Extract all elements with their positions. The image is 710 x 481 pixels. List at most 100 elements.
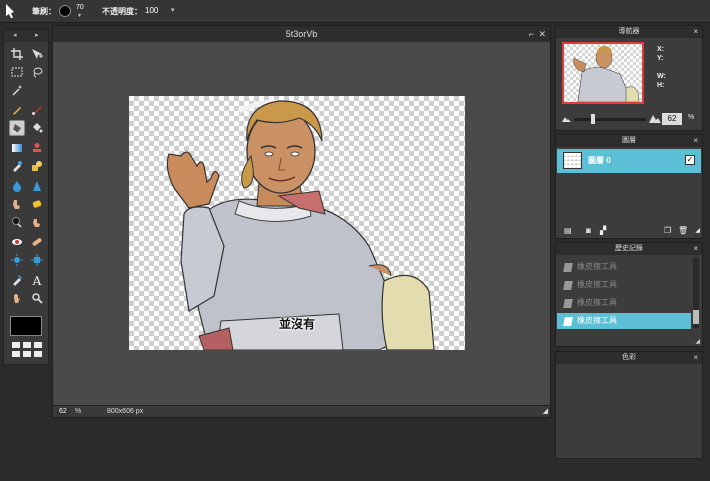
history-item[interactable]: 橡皮擦工具 bbox=[557, 277, 691, 293]
canvas-artwork bbox=[166, 99, 435, 350]
history-item[interactable]: 橡皮擦工具 bbox=[557, 259, 691, 275]
close-icon[interactable]: ✕ bbox=[538, 26, 546, 42]
history-title: 歷史記錄 bbox=[615, 245, 643, 252]
history-scrollbar[interactable] bbox=[693, 258, 699, 328]
maximize-icon[interactable]: ⌐ bbox=[529, 26, 534, 42]
chevron-down-icon[interactable]: ▾ bbox=[78, 12, 81, 19]
zoom-input[interactable]: 62 bbox=[57, 408, 69, 415]
navigator-zoom-row: 62 % bbox=[562, 113, 698, 125]
document-window: 5t3orVb ⌐ ✕ 並沒有 62 % 800x606 px ◢ bbox=[52, 25, 551, 418]
nav-x-label: X: bbox=[657, 46, 664, 53]
canvas-caption-text: 並沒有 bbox=[279, 317, 316, 331]
navigator-zoom-unit: % bbox=[688, 114, 695, 121]
eraser-icon bbox=[563, 281, 573, 290]
close-icon[interactable]: × bbox=[693, 135, 698, 147]
brush-size-value: 70 bbox=[76, 4, 84, 11]
layer-thumbnail bbox=[563, 152, 582, 169]
navigator-title: 導航器 bbox=[618, 28, 640, 35]
layer-item[interactable]: 圖層 0 ✓ bbox=[557, 149, 701, 173]
collapse-right-icon[interactable]: ▸ bbox=[35, 31, 39, 39]
navigator-header: 導航器 × bbox=[556, 26, 702, 38]
new-layer-icon[interactable]: ❐ bbox=[664, 226, 671, 235]
layers-footer: ▤ ◙ ▞ ❐ 🗑 ◢ bbox=[556, 224, 702, 238]
brush-label: 筆刷： bbox=[32, 7, 56, 16]
zoom-in-mountain-icon[interactable] bbox=[649, 114, 661, 123]
scrollbar-thumb[interactable] bbox=[693, 310, 699, 324]
layer-mask-icon[interactable]: ◙ bbox=[586, 226, 591, 235]
blur-icon[interactable] bbox=[9, 178, 25, 194]
smudge-icon[interactable] bbox=[9, 196, 25, 212]
crop-icon[interactable] bbox=[9, 46, 25, 62]
document-title: 5t3orVb bbox=[285, 29, 318, 39]
eraser-icon bbox=[563, 263, 573, 272]
delete-layer-icon[interactable]: 🗑 bbox=[678, 226, 688, 235]
zoom-slider-track[interactable] bbox=[574, 118, 646, 121]
pinch-icon[interactable] bbox=[29, 252, 45, 268]
collapse-left-icon[interactable]: ◂ bbox=[13, 31, 17, 39]
dodge-icon[interactable] bbox=[9, 214, 25, 230]
brush-icon[interactable] bbox=[29, 102, 45, 118]
fill-icon[interactable] bbox=[29, 120, 45, 136]
history-item[interactable]: 橡皮擦工具 bbox=[557, 295, 691, 311]
layer-name: 圖層 0 bbox=[588, 156, 611, 165]
svg-text:A: A bbox=[32, 274, 42, 286]
history-item-active[interactable]: 橡皮擦工具 bbox=[557, 313, 691, 329]
color-panel-title: 色彩 bbox=[622, 354, 636, 361]
close-icon[interactable]: × bbox=[693, 352, 698, 364]
text-icon[interactable]: A bbox=[29, 272, 45, 288]
pencil-icon[interactable] bbox=[9, 102, 25, 118]
foreground-color-swatch[interactable] bbox=[10, 316, 42, 336]
document-titlebar: 5t3orVb ⌐ ✕ bbox=[53, 26, 550, 42]
sharpen-icon[interactable] bbox=[29, 178, 45, 194]
zoom-icon[interactable] bbox=[29, 290, 45, 306]
color-replace-icon[interactable] bbox=[9, 158, 25, 174]
zoom-out-mountain-icon[interactable] bbox=[562, 116, 571, 122]
screen-mode-icon[interactable] bbox=[12, 342, 42, 358]
navigator-preview[interactable] bbox=[562, 42, 644, 104]
color-panel: 色彩 × bbox=[555, 351, 703, 459]
zoom-unit: % bbox=[75, 408, 82, 415]
eraser-icon bbox=[563, 299, 573, 308]
layers-title: 圖層 bbox=[622, 137, 636, 144]
history-header: 歷史記錄 × bbox=[556, 243, 702, 255]
eyedropper-icon[interactable] bbox=[9, 272, 25, 288]
layers-header: 圖層 × bbox=[556, 135, 702, 147]
drawing-icon[interactable] bbox=[29, 158, 45, 174]
close-icon[interactable]: × bbox=[693, 26, 698, 38]
layer-settings-icon[interactable]: ▤ bbox=[564, 226, 572, 235]
lasso-icon[interactable] bbox=[29, 64, 45, 80]
hand-icon[interactable] bbox=[9, 290, 25, 306]
nav-h-label: H: bbox=[657, 82, 665, 89]
opacity-input[interactable]: 100 bbox=[145, 5, 167, 17]
red-eye-icon[interactable] bbox=[9, 234, 25, 250]
options-bar: 筆刷： 70 ▾ 不透明度： 100 ▾ bbox=[0, 0, 710, 23]
resize-grip-icon[interactable]: ◢ bbox=[695, 227, 700, 234]
eraser-icon bbox=[563, 317, 573, 326]
layer-visibility-checkbox[interactable]: ✓ bbox=[685, 155, 695, 165]
bloat-icon[interactable] bbox=[9, 252, 25, 268]
resize-grip-icon[interactable]: ◢ bbox=[543, 407, 548, 415]
toolbox-header: ◂ ▸ bbox=[4, 30, 48, 42]
stamp-icon[interactable] bbox=[29, 140, 45, 156]
navigator-zoom-input[interactable]: 62 bbox=[662, 113, 682, 125]
nav-w-label: W: bbox=[657, 73, 666, 80]
magic-wand-icon[interactable] bbox=[9, 82, 25, 98]
image-canvas[interactable]: 並沒有 bbox=[129, 96, 465, 350]
gradient-icon[interactable] bbox=[9, 140, 25, 156]
marquee-icon[interactable] bbox=[9, 64, 25, 80]
history-panel: 歷史記錄 × 橡皮擦工具 橡皮擦工具 橡皮擦工具 橡皮擦工具 ◢ bbox=[555, 242, 703, 347]
sponge-icon[interactable] bbox=[29, 196, 45, 212]
spot-heal-icon[interactable] bbox=[29, 234, 45, 250]
eraser-icon[interactable] bbox=[9, 120, 25, 136]
close-icon[interactable]: × bbox=[693, 243, 698, 255]
layer-styles-icon[interactable]: ▞ bbox=[600, 226, 606, 235]
layers-panel: 圖層 × 圖層 0 ✓ ▤ ◙ ▞ ❐ 🗑 ◢ bbox=[555, 134, 703, 239]
brush-preview[interactable] bbox=[59, 5, 71, 17]
zoom-slider-handle[interactable] bbox=[591, 114, 595, 124]
resize-grip-icon[interactable]: ◢ bbox=[695, 338, 700, 345]
chevron-down-icon[interactable]: ▾ bbox=[171, 6, 175, 14]
burn-icon[interactable] bbox=[29, 214, 45, 230]
color-panel-header: 色彩 × bbox=[556, 352, 702, 364]
navigator-artwork bbox=[573, 46, 640, 102]
move-icon[interactable] bbox=[29, 46, 45, 62]
